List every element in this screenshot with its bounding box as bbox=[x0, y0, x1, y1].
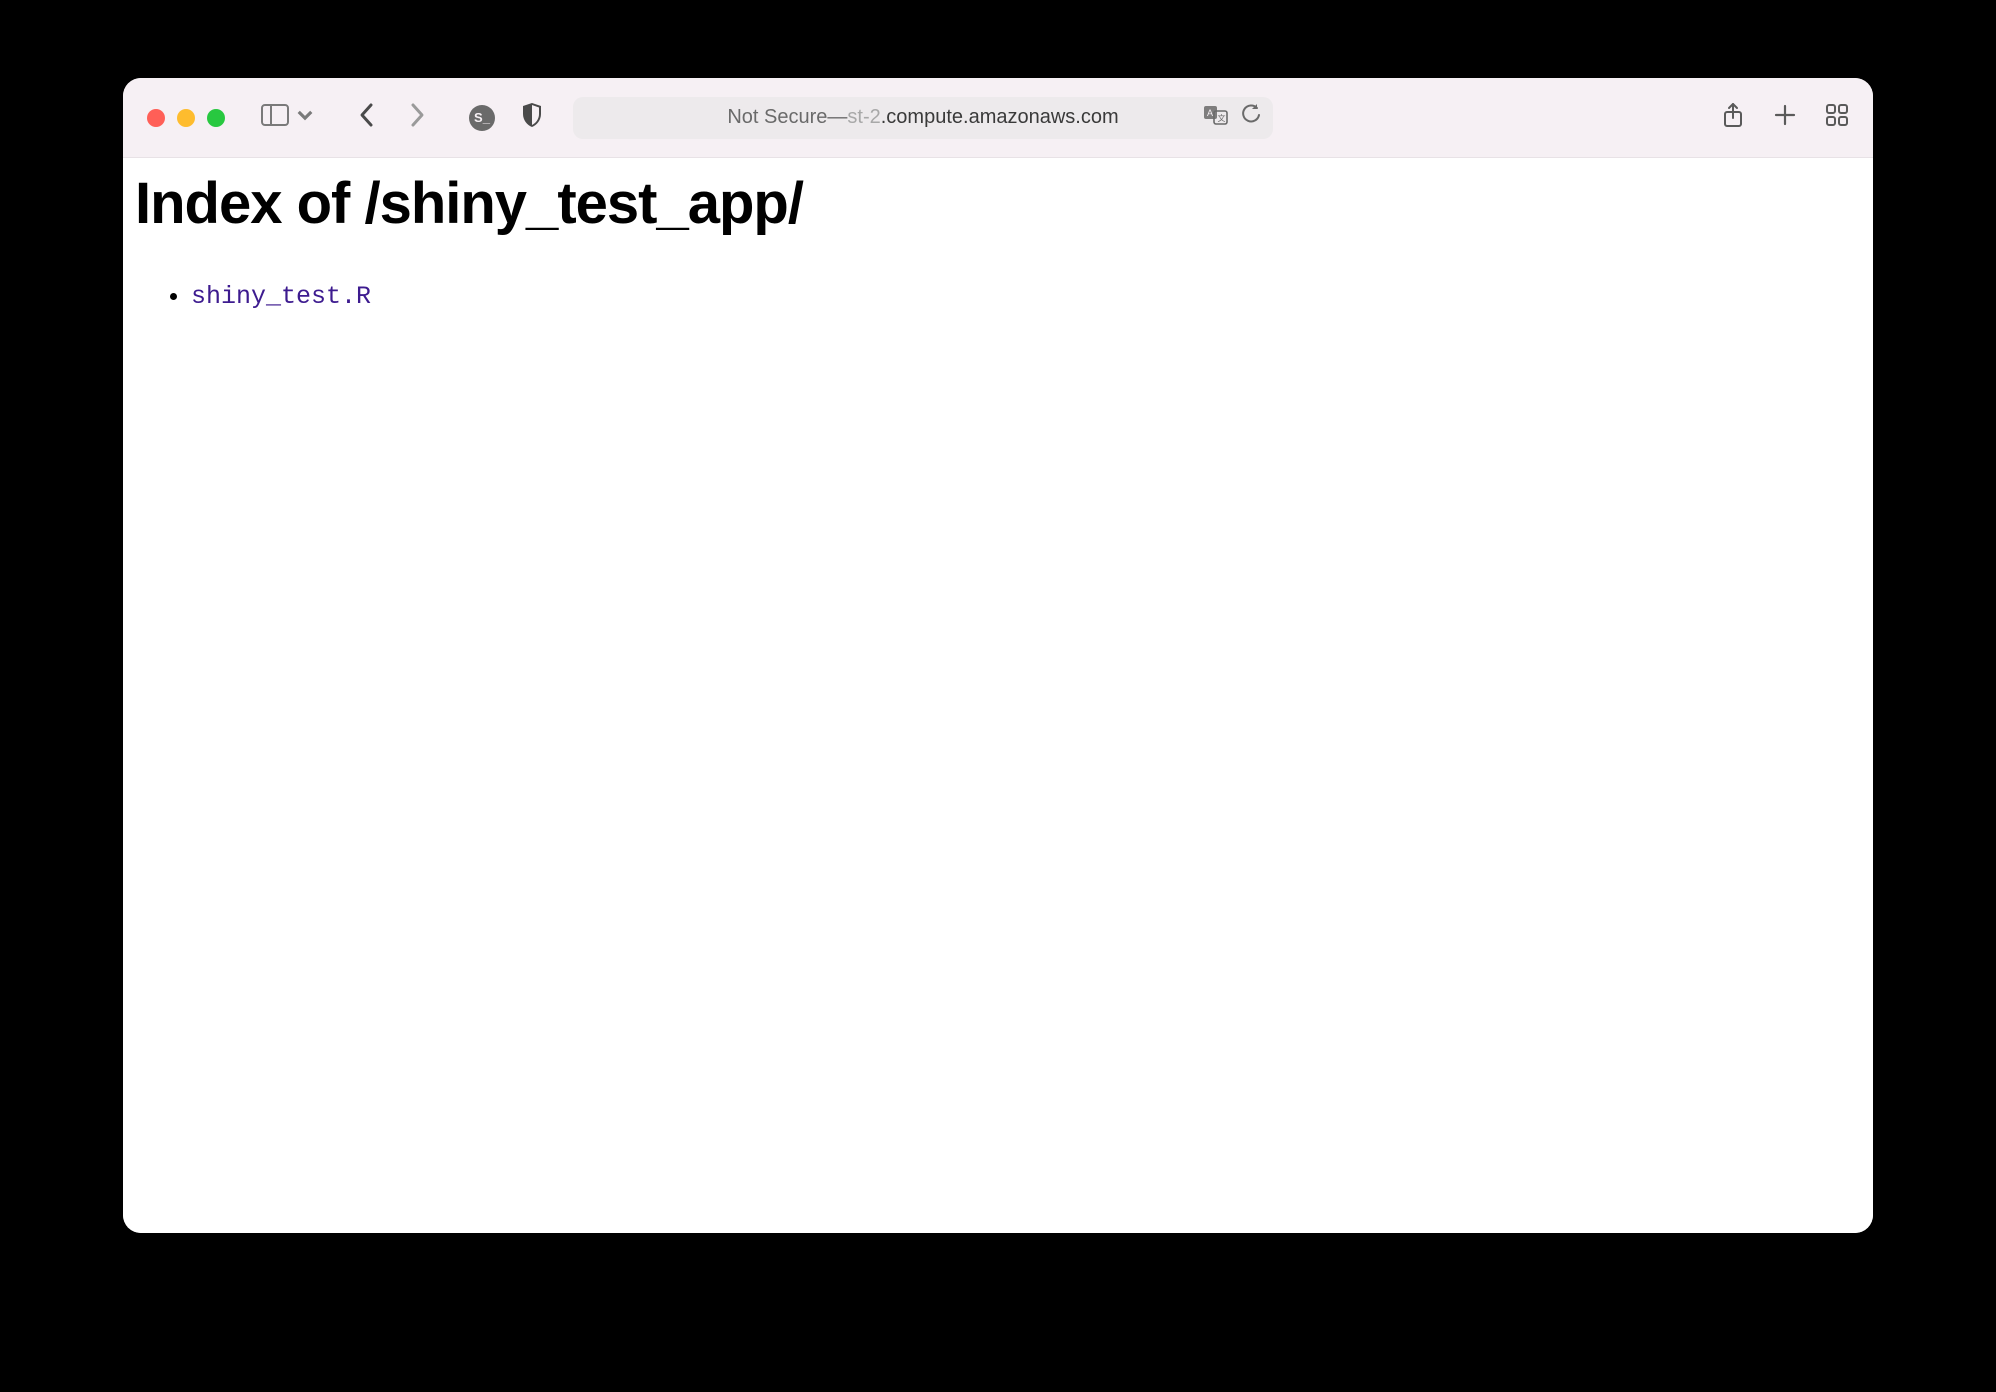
toolbar-right-actions bbox=[1721, 102, 1849, 133]
directory-listing: shiny_test.R bbox=[135, 273, 1861, 319]
site-badge-text: S_ bbox=[474, 110, 490, 125]
share-button[interactable] bbox=[1721, 102, 1745, 133]
grid-icon bbox=[1825, 102, 1849, 133]
browser-window: S_ Not Secure — st-2 .compute.amazonaws.… bbox=[123, 78, 1873, 1233]
list-item: shiny_test.R bbox=[191, 273, 1861, 319]
translate-icon: A 文 bbox=[1203, 104, 1229, 131]
sidebar-toggle-button[interactable] bbox=[261, 104, 319, 131]
domain-main: .compute.amazonaws.com bbox=[881, 106, 1119, 129]
window-controls bbox=[147, 109, 225, 127]
reload-button[interactable] bbox=[1241, 104, 1261, 131]
reload-icon bbox=[1241, 104, 1261, 131]
svg-text:A: A bbox=[1207, 108, 1213, 118]
address-bar-actions: A 文 bbox=[1203, 104, 1261, 131]
chevron-down-icon bbox=[291, 104, 319, 131]
sidebar-icon bbox=[261, 104, 289, 131]
page-content: Index of /shiny_test_app/ shiny_test.R bbox=[123, 158, 1873, 1233]
new-tab-button[interactable] bbox=[1773, 102, 1797, 133]
navigation-arrows bbox=[351, 102, 433, 134]
page-title: Index of /shiny_test_app/ bbox=[135, 170, 1861, 237]
plus-icon bbox=[1773, 102, 1797, 133]
shield-icon bbox=[521, 102, 543, 133]
close-window-button[interactable] bbox=[147, 109, 165, 127]
address-separator: — bbox=[827, 106, 847, 129]
browser-toolbar: S_ Not Secure — st-2 .compute.amazonaws.… bbox=[123, 78, 1873, 158]
privacy-shield-button[interactable] bbox=[521, 102, 543, 133]
minimize-window-button[interactable] bbox=[177, 109, 195, 127]
address-bar[interactable]: Not Secure — st-2 .compute.amazonaws.com… bbox=[573, 97, 1273, 139]
svg-text:文: 文 bbox=[1218, 113, 1226, 123]
translate-button[interactable]: A 文 bbox=[1203, 104, 1229, 131]
maximize-window-button[interactable] bbox=[207, 109, 225, 127]
address-text: Not Secure — st-2 .compute.amazonaws.com bbox=[727, 106, 1118, 129]
site-favicon[interactable]: S_ bbox=[469, 105, 495, 131]
tab-overview-button[interactable] bbox=[1825, 102, 1849, 133]
forward-button[interactable] bbox=[401, 102, 433, 134]
back-button[interactable] bbox=[351, 102, 383, 134]
chevron-right-icon bbox=[408, 102, 426, 133]
domain-prefix: st-2 bbox=[847, 106, 880, 129]
security-label: Not Secure bbox=[727, 106, 827, 129]
chevron-left-icon bbox=[358, 102, 376, 133]
share-icon bbox=[1721, 102, 1745, 133]
file-link[interactable]: shiny_test.R bbox=[191, 282, 371, 311]
